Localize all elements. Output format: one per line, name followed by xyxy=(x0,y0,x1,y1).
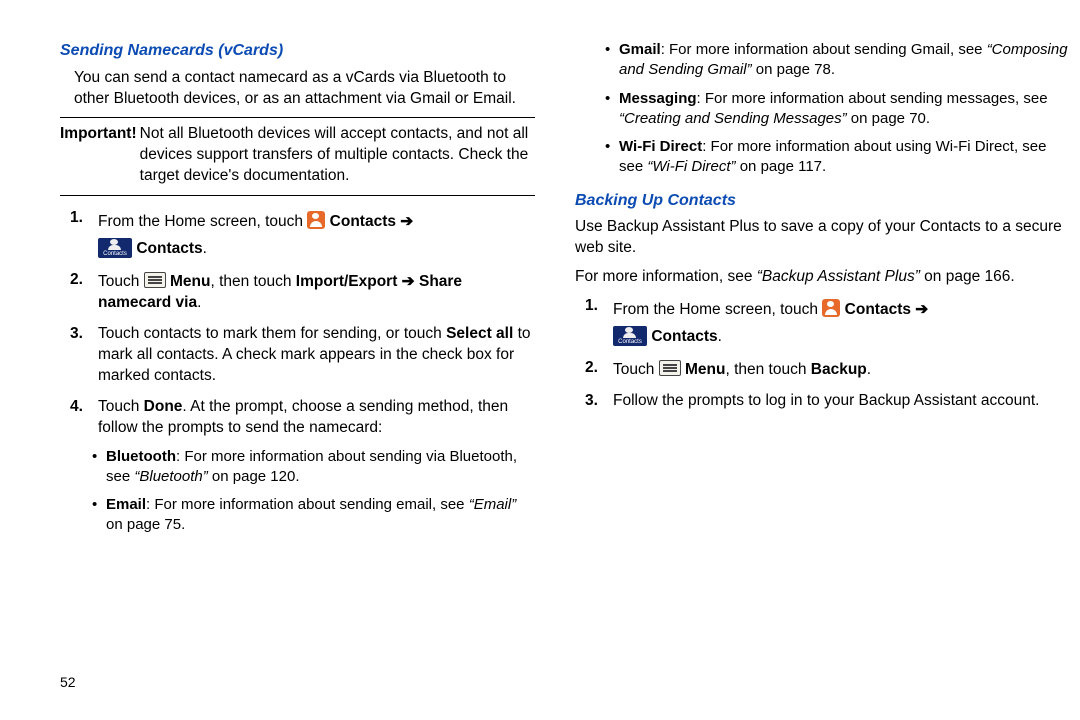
period: . xyxy=(197,294,201,311)
heading-sending-namecards: Sending Namecards (vCards) xyxy=(60,40,535,62)
bullet-text: on page 78. xyxy=(752,61,835,78)
step-3: Touch contacts to mark them for sending,… xyxy=(98,324,535,387)
method-bullets: Bluetooth : For more information about se… xyxy=(92,447,535,536)
step-3: Follow the prompts to log in to your Bac… xyxy=(613,391,1070,412)
menu-label: Menu xyxy=(170,273,210,290)
ref-text: “Bluetooth” xyxy=(134,468,207,485)
ref-text: “Wi-Fi Direct” xyxy=(647,158,735,175)
gmail-label: Gmail xyxy=(619,41,661,58)
contacts-folder-icon: Contacts xyxy=(613,326,647,346)
bullet-bluetooth: Bluetooth: For more information about se… xyxy=(92,447,535,488)
period: . xyxy=(867,361,871,378)
contacts-folder-icon: Contacts xyxy=(98,238,132,258)
contacts-app-icon xyxy=(822,299,840,317)
step-text: From the Home screen, touch xyxy=(98,213,307,230)
period: . xyxy=(203,240,207,257)
step-text: Touch contacts to mark them for sending,… xyxy=(98,325,446,342)
steps-list-right: From the Home screen, touch Contacts ➔ C… xyxy=(575,296,1070,412)
contacts-label: Contacts xyxy=(330,213,396,230)
important-note: Important! Not all Bluetooth devices wil… xyxy=(60,117,535,196)
heading-backing-up: Backing Up Contacts xyxy=(575,190,1070,212)
page-number: 52 xyxy=(60,673,76,692)
done-label: Done xyxy=(144,398,183,415)
contacts-app-icon xyxy=(307,211,325,229)
left-column: Sending Namecards (vCards) You can send … xyxy=(60,40,565,710)
contacts-label-2: Contacts xyxy=(651,328,717,345)
folder-icon-label: Contacts xyxy=(98,250,132,258)
step-text: Touch xyxy=(98,398,144,415)
contacts-label: Contacts xyxy=(845,301,911,318)
bullet-text: on page 117. xyxy=(736,158,827,175)
step-text: Touch xyxy=(98,273,144,290)
bullet-text: : For more information about sending Gma… xyxy=(661,41,987,58)
text: on page 166. xyxy=(920,268,1015,285)
step-text: Follow the prompts to log in to your Bac… xyxy=(613,392,1039,409)
important-text: Not all Bluetooth devices will accept co… xyxy=(140,124,535,187)
messaging-label: Messaging xyxy=(619,90,697,107)
right-column: Gmail: For more information about sendin… xyxy=(565,40,1070,710)
bullet-wifi-direct: Wi-Fi Direct: For more information about… xyxy=(605,137,1070,178)
step-4: Touch Done. At the prompt, choose a send… xyxy=(98,397,535,536)
bullet-messaging: Messaging: For more information about se… xyxy=(605,89,1070,130)
step-text: From the Home screen, touch xyxy=(613,301,822,318)
backup-intro: Use Backup Assistant Plus to save a copy… xyxy=(575,217,1070,259)
bullet-email: Email: For more information about sendin… xyxy=(92,495,535,536)
text: For more information, see xyxy=(575,268,757,285)
bullet-text: on page 70. xyxy=(847,110,930,127)
step-text: Touch xyxy=(613,361,659,378)
bullet-gmail: Gmail: For more information about sendin… xyxy=(605,40,1070,81)
arrow-icon: ➔ xyxy=(911,301,928,318)
step-text: , then touch xyxy=(725,361,810,378)
folder-icon-label: Contacts xyxy=(613,338,647,346)
manual-page: Sending Namecards (vCards) You can send … xyxy=(0,0,1080,720)
menu-icon xyxy=(659,360,681,376)
step-2: Touch Menu, then touch Backup. xyxy=(613,358,1070,381)
email-label: Email xyxy=(106,496,146,513)
step-2: Touch Menu, then touch Import/Export ➔ S… xyxy=(98,270,535,314)
method-bullets-cont: Gmail: For more information about sendin… xyxy=(605,40,1070,178)
bluetooth-label: Bluetooth xyxy=(106,448,176,465)
step-1: From the Home screen, touch Contacts ➔ C… xyxy=(613,296,1070,348)
steps-list-left: From the Home screen, touch Contacts ➔ C… xyxy=(60,208,535,535)
ref-text: “Backup Assistant Plus” xyxy=(757,268,920,285)
contacts-label-2: Contacts xyxy=(136,240,202,257)
bullet-text: on page 75. xyxy=(106,516,185,533)
step-1: From the Home screen, touch Contacts ➔ C… xyxy=(98,208,535,260)
intro-paragraph: You can send a contact namecard as a vCa… xyxy=(60,68,535,110)
select-all-label: Select all xyxy=(446,325,513,342)
bullet-text: : For more information about sending mes… xyxy=(697,90,1048,107)
step-text: , then touch xyxy=(210,273,295,290)
wifi-direct-label: Wi-Fi Direct xyxy=(619,138,702,155)
ref-text: “Email” xyxy=(469,496,517,513)
bullet-text: : For more information about sending ema… xyxy=(146,496,469,513)
arrow-icon: ➔ xyxy=(396,213,413,230)
menu-label: Menu xyxy=(685,361,725,378)
period: . xyxy=(718,328,722,345)
menu-icon xyxy=(144,272,166,288)
bullet-text: on page 120. xyxy=(208,468,300,485)
important-label: Important! xyxy=(60,124,140,187)
backup-more-info: For more information, see “Backup Assist… xyxy=(575,267,1070,288)
ref-text: “Creating and Sending Messages” xyxy=(619,110,847,127)
backup-label: Backup xyxy=(811,361,867,378)
